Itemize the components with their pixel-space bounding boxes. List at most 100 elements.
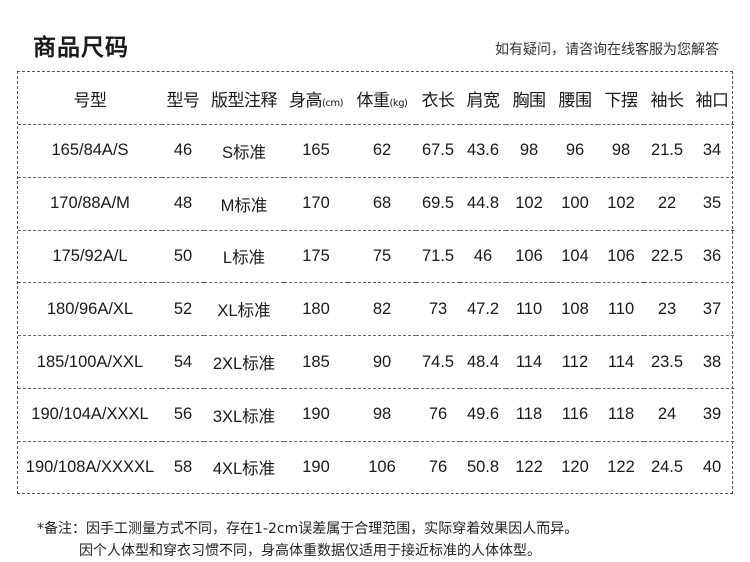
table-cell: 4XL标准 [204, 440, 284, 493]
column-header-label: 腰围 [558, 90, 593, 111]
table-header: 号型 型号 版型注释 身高(cm) 体重(kg) 衣长 肩宽 胸围 腰围 下摆 袖长 袖口 [18, 72, 734, 125]
table-cell: 106 [598, 229, 644, 283]
table-cell: 114 [506, 335, 552, 389]
table-cell: 110 [506, 282, 552, 336]
column-header-label: 衣长 [421, 90, 456, 111]
table-cell: 175/92A/L [18, 229, 162, 283]
table-cell: 74.5 [416, 335, 460, 389]
table-cell: 112 [552, 335, 598, 389]
table-cell: 170 [284, 176, 348, 231]
table-cell: 190/104A/XXXL [18, 387, 162, 442]
column-header-label: 型号 [166, 90, 201, 111]
column-header: 袖口 [690, 72, 734, 125]
table-cell: 67.5 [416, 124, 460, 178]
table-cell: 46 [460, 229, 506, 283]
column-header-label: 身高 [288, 90, 323, 111]
table-cell: 180/96A/XL [18, 282, 162, 336]
note-line-1: *备注：因手工测量方式不同，存在1-2cm误差属于合理范围，实际穿着效果因人而异… [37, 521, 579, 537]
column-header-label: 袖口 [695, 90, 730, 111]
table-cell: 96 [552, 124, 598, 178]
column-header: 体重(kg) [348, 72, 416, 125]
table-cell: 49.6 [460, 387, 506, 442]
table-body: 165/84A/S 46 S标准 165 62 67.5 43.6 98 96 98 21.5 34 1… [18, 124, 734, 493]
column-header: 衣长 [416, 72, 460, 125]
table-cell: 76 [416, 387, 460, 442]
table-row: 170/88A/M 48 M标准 170 68 69.5 44.8 102 100 102 22 35 [18, 176, 734, 231]
table-cell: 54 [162, 335, 204, 389]
table-cell: M标准 [204, 176, 284, 231]
column-header-unit: (cm) [321, 97, 344, 109]
table-cell: 190 [284, 387, 348, 442]
size-table: 号型 型号 版型注释 身高(cm) 体重(kg) 衣长 肩宽 胸围 腰围 下摆 袖长 袖口 165/8… [18, 72, 734, 493]
table-cell: 69.5 [416, 176, 460, 231]
table-cell: 68 [348, 176, 416, 231]
column-header-label: 袖长 [650, 90, 685, 111]
table-cell: 62 [348, 124, 416, 178]
column-header: 胸围 [506, 72, 552, 125]
table-cell: 170/88A/M [18, 176, 162, 231]
table-cell: 100 [552, 176, 598, 231]
table-cell: 116 [552, 387, 598, 442]
table-cell: 110 [598, 282, 644, 336]
table-cell: 75 [348, 229, 416, 283]
table-cell: 43.6 [460, 124, 506, 178]
column-header: 号型 [18, 72, 162, 125]
table-cell: 180 [284, 282, 348, 336]
table-cell: 35 [690, 176, 734, 231]
table-row: 185/100A/XXL 54 2XL标准 185 90 74.5 48.4 114 112 11… [18, 335, 734, 389]
column-header-label: 下摆 [604, 90, 639, 111]
column-header: 版型注释 [204, 72, 284, 125]
table-cell: 40 [690, 440, 734, 493]
table-cell: 47.2 [460, 282, 506, 336]
table-cell: 106 [506, 229, 552, 283]
column-header: 袖长 [644, 72, 690, 125]
table-row: 190/108A/XXXXL 58 4XL标准 190 106 76 50.8 122 120 1… [18, 440, 734, 493]
table-cell: 98 [348, 387, 416, 442]
table-cell: 22.5 [644, 229, 690, 283]
column-header: 腰围 [552, 72, 598, 125]
column-header: 身高(cm) [284, 72, 348, 125]
table-cell: 82 [348, 282, 416, 336]
table-cell: 24 [644, 387, 690, 442]
table-cell: 185 [284, 335, 348, 389]
table-cell: 48.4 [460, 335, 506, 389]
table-cell: 90 [348, 335, 416, 389]
table-cell: 56 [162, 387, 204, 442]
table-cell: 50 [162, 229, 204, 283]
table-cell: 52 [162, 282, 204, 336]
table-cell: 38 [690, 335, 734, 389]
table-cell: 122 [598, 440, 644, 493]
table-cell: L标准 [204, 229, 284, 283]
table-cell: 22 [644, 176, 690, 231]
table-cell: 122 [506, 440, 552, 493]
table-cell: 165 [284, 124, 348, 178]
table-cell: 50.8 [460, 440, 506, 493]
table-cell: 39 [690, 387, 734, 442]
size-table-container: 号型 型号 版型注释 身高(cm) 体重(kg) 衣长 肩宽 胸围 腰围 下摆 袖长 袖口 165/8… [17, 71, 734, 494]
table-cell: 58 [162, 440, 204, 493]
table-row: 190/104A/XXXL 56 3XL标准 190 98 76 49.6 118 116 118… [18, 387, 734, 442]
table-cell: 102 [598, 176, 644, 231]
table-cell: 37 [690, 282, 734, 336]
table-cell: 185/100A/XXL [18, 335, 162, 389]
customer-service-hint: 如有疑问，请咨询在线客服为您解答 [495, 42, 719, 58]
column-header: 下摆 [598, 72, 644, 125]
size-note: *备注：因手工测量方式不同，存在1-2cm误差属于合理范围，实际穿着效果因人而异… [37, 518, 578, 562]
column-header-label: 号型 [73, 90, 108, 111]
table-cell: 34 [690, 124, 734, 178]
table-cell: 102 [506, 176, 552, 231]
table-cell: 104 [552, 229, 598, 283]
table-cell: 36 [690, 229, 734, 283]
table-cell: S标准 [204, 124, 284, 178]
table-cell: 106 [348, 440, 416, 493]
table-cell: XL标准 [204, 282, 284, 336]
column-header-label: 胸围 [512, 90, 547, 111]
table-cell: 44.8 [460, 176, 506, 231]
table-cell: 73 [416, 282, 460, 336]
table-row: 175/92A/L 50 L标准 175 75 71.5 46 106 104 106 22.5 36 [18, 229, 734, 283]
table-cell: 175 [284, 229, 348, 283]
header-row: 号型 型号 版型注释 身高(cm) 体重(kg) 衣长 肩宽 胸围 腰围 下摆 袖长 袖口 [18, 72, 734, 125]
table-cell: 190/108A/XXXXL [18, 440, 162, 493]
column-header-label: 肩宽 [466, 90, 501, 111]
table-cell: 71.5 [416, 229, 460, 283]
